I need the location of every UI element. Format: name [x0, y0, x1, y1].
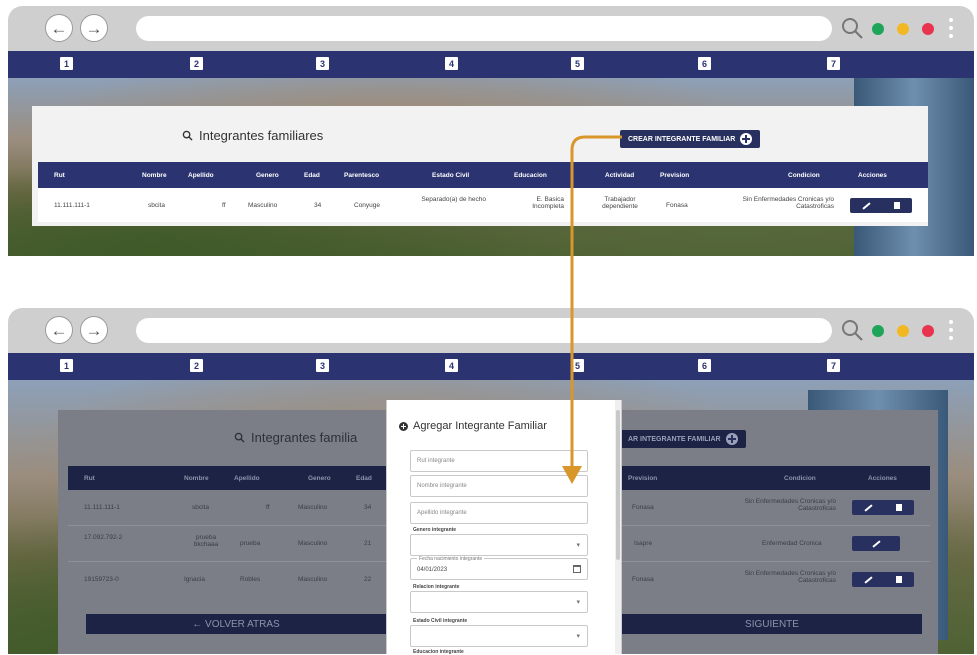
chevron-down-icon: ▾: [576, 599, 580, 606]
col-nombre: Nombre: [184, 475, 209, 482]
education-label: Educacion integrante: [413, 649, 464, 655]
chevron-down-icon: ▾: [576, 542, 580, 549]
step-1[interactable]: 1: [60, 57, 73, 70]
add-circle-icon: [725, 433, 738, 445]
col-prevision: Prevision: [628, 475, 658, 482]
step-3[interactable]: 3: [316, 359, 329, 372]
name-input[interactable]: Nombre integrante: [410, 475, 588, 497]
col-genero: Genero: [308, 475, 331, 482]
search-icon: [234, 432, 245, 443]
gender-label: Genero integrante: [413, 527, 457, 533]
col-genero: Genero: [256, 172, 279, 179]
row-actions: [850, 198, 912, 213]
step-3[interactable]: 3: [316, 57, 329, 70]
scrollbar-thumb[interactable]: [616, 410, 620, 560]
back-arrow-icon[interactable]: ←: [45, 14, 73, 42]
row-actions: [852, 536, 900, 551]
family-members-panel: Integrantes familiares CREAR INTEGRANTE …: [32, 106, 928, 226]
address-bar[interactable]: [136, 318, 832, 343]
col-rut: Rut: [54, 172, 65, 179]
step-nav-bar: 1 2 3 4 5 6 7: [8, 353, 974, 380]
col-prevision: Prevision: [660, 172, 690, 179]
birthdate-input[interactable]: Fecha nacimiento integrante 04/01/2023: [410, 556, 588, 580]
vertical-dots-icon[interactable]: [949, 18, 953, 38]
gender-select[interactable]: ▾: [410, 534, 588, 556]
col-condicion: Condicion: [784, 475, 816, 482]
chevron-down-icon: ▾: [576, 633, 580, 640]
browser-chrome: ← →: [8, 6, 974, 51]
col-apellido: Apellido: [188, 172, 214, 179]
step-4[interactable]: 4: [445, 359, 458, 372]
civil-status-select[interactable]: ▾: [410, 625, 588, 647]
step-6[interactable]: 6: [698, 359, 711, 372]
step-7[interactable]: 7: [827, 57, 840, 70]
delete-trash-icon[interactable]: [896, 576, 903, 583]
next-button[interactable]: SIGUIENTE: [622, 614, 922, 634]
search-icon[interactable]: [840, 16, 864, 40]
col-condicion: Condicion: [788, 172, 820, 179]
step-4[interactable]: 4: [445, 57, 458, 70]
forward-arrow-icon[interactable]: →: [80, 14, 108, 42]
step-2[interactable]: 2: [190, 359, 203, 372]
edit-pencil-icon[interactable]: [864, 575, 873, 584]
search-icon: [182, 130, 193, 141]
step-2[interactable]: 2: [190, 57, 203, 70]
relation-label: Relacion integrante: [413, 584, 460, 590]
step-6[interactable]: 6: [698, 57, 711, 70]
row-actions: [852, 572, 914, 587]
edit-pencil-icon[interactable]: [871, 539, 881, 548]
modal-title: Agregar Integrante Familiar: [399, 420, 547, 432]
col-nombre: Nombre: [142, 172, 167, 179]
col-rut: Rut: [84, 475, 95, 482]
col-estado-civil: Estado Civil: [432, 172, 470, 179]
step-7[interactable]: 7: [827, 359, 840, 372]
create-member-button[interactable]: AR INTEGRANTE FAMILIAR: [620, 430, 746, 448]
col-educacion: Educacion: [514, 172, 547, 179]
create-member-button[interactable]: CREAR INTEGRANTE FAMILIAR: [620, 130, 761, 148]
surname-input[interactable]: Apellido integrante: [410, 502, 588, 524]
col-acciones: Acciones: [868, 475, 897, 482]
window-dot-yellow[interactable]: [897, 325, 909, 337]
delete-trash-icon[interactable]: [896, 504, 903, 511]
delete-trash-icon[interactable]: [894, 202, 901, 209]
browser-chrome: ← →: [8, 308, 974, 353]
col-edad: Edad: [356, 475, 372, 482]
panel-title: Integrantes familia: [234, 430, 357, 445]
row-actions: [852, 500, 914, 515]
address-bar[interactable]: [136, 16, 832, 41]
window-dot-green[interactable]: [872, 325, 884, 337]
civil-status-label: Estado Civil integrante: [413, 618, 468, 624]
rut-input[interactable]: Rut integrante: [410, 450, 588, 472]
window-dot-red[interactable]: [922, 325, 934, 337]
table-header: Rut Nombre Apellido Genero Edad Parentes…: [38, 162, 928, 188]
col-parentesco: Parentesco: [344, 172, 380, 179]
window-dot-yellow[interactable]: [897, 23, 909, 35]
add-member-modal: Agregar Integrante Familiar Rut integran…: [386, 400, 622, 655]
panel-title: Integrantes familiares: [182, 128, 323, 143]
step-1[interactable]: 1: [60, 359, 73, 372]
edit-pencil-icon[interactable]: [864, 503, 873, 512]
col-actividad: Actividad: [605, 172, 635, 179]
back-arrow-icon[interactable]: ←: [45, 316, 73, 344]
vertical-dots-icon[interactable]: [949, 320, 953, 340]
add-circle-icon: [399, 421, 408, 431]
step-nav-bar: 1 2 3 4 5 6 7: [8, 51, 974, 78]
calendar-icon[interactable]: [573, 565, 581, 573]
edit-pencil-icon[interactable]: [862, 201, 871, 210]
forward-arrow-icon[interactable]: →: [80, 316, 108, 344]
window-dot-red[interactable]: [922, 23, 934, 35]
col-edad: Edad: [304, 172, 320, 179]
modal-scrollbar[interactable]: [615, 400, 621, 654]
table-row: 11.111.111-1 sbcita ff Masculino 34 Cony…: [38, 188, 928, 222]
window-dot-green[interactable]: [872, 23, 884, 35]
relation-select[interactable]: ▾: [410, 591, 588, 613]
step-5[interactable]: 5: [571, 359, 584, 372]
col-acciones: Acciones: [858, 172, 887, 179]
search-icon[interactable]: [840, 318, 864, 342]
back-button[interactable]: ← VOLVER ATRAS: [86, 614, 386, 634]
step-5[interactable]: 5: [571, 57, 584, 70]
col-apellido: Apellido: [234, 475, 260, 482]
add-circle-icon: [740, 133, 753, 145]
